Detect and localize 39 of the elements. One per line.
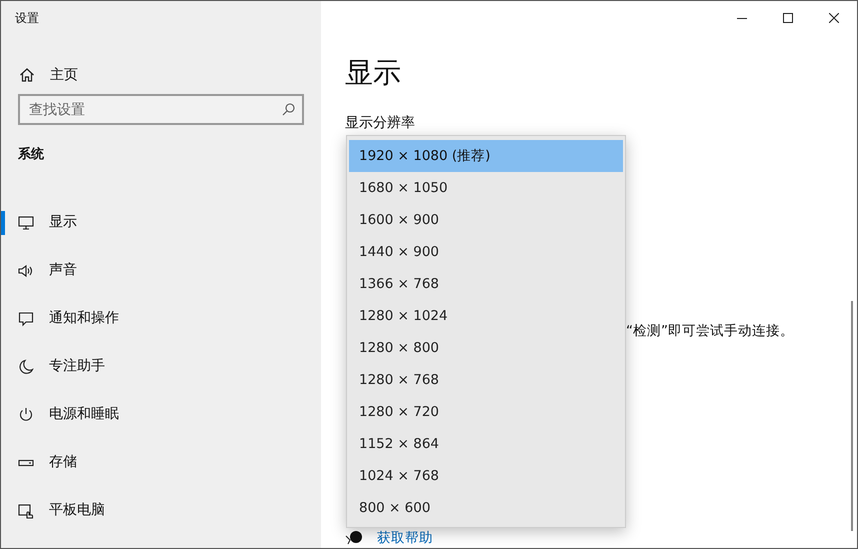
tablet-icon bbox=[18, 502, 34, 518]
close-icon bbox=[829, 13, 839, 23]
resolution-option[interactable]: 1152 × 864 bbox=[349, 428, 623, 460]
search-field[interactable]: 查找设置 bbox=[18, 94, 304, 125]
sidebar-item[interactable]: 电源和睡眠 bbox=[18, 402, 119, 426]
monitor-icon bbox=[18, 214, 34, 230]
resolution-option[interactable]: 1920 × 1080 (推荐) bbox=[349, 140, 623, 172]
sidebar-item[interactable]: 通知和操作 bbox=[18, 306, 119, 330]
scrollbar[interactable] bbox=[851, 301, 853, 531]
speaker-icon bbox=[18, 262, 34, 278]
resolution-option[interactable]: 1440 × 900 bbox=[349, 236, 623, 268]
resolution-option[interactable]: 1280 × 720 bbox=[349, 396, 623, 428]
home-icon bbox=[19, 67, 35, 83]
sidebar-item[interactable]: 专注助手 bbox=[18, 354, 105, 378]
resolution-option[interactable]: 1280 × 1024 bbox=[349, 300, 623, 332]
resolution-option[interactable]: 1280 × 800 bbox=[349, 332, 623, 364]
maximize-icon bbox=[783, 13, 793, 23]
resolution-option[interactable]: 1366 × 768 bbox=[349, 268, 623, 300]
section-heading: 系统 bbox=[18, 146, 44, 164]
window-title: 设置 bbox=[15, 10, 39, 27]
sidebar-item[interactable]: 存储 bbox=[18, 450, 77, 474]
resolution-label: 显示分辨率 bbox=[345, 114, 415, 133]
moon-icon bbox=[18, 358, 34, 374]
resolution-option[interactable]: 1680 × 1050 bbox=[349, 172, 623, 204]
sidebar-item[interactable]: 平板电脑 bbox=[18, 498, 105, 522]
help-chat-icon bbox=[345, 530, 363, 546]
page-title: 显示 bbox=[345, 55, 401, 91]
sidebar-item[interactable]: 声音 bbox=[18, 258, 77, 282]
speech-bubble-icon bbox=[18, 310, 34, 326]
resolution-option[interactable]: 800 × 600 bbox=[349, 492, 623, 524]
resolution-option[interactable]: 1280 × 768 bbox=[349, 364, 623, 396]
help-link[interactable]: 获取帮助 bbox=[377, 528, 433, 548]
search-icon bbox=[282, 103, 295, 116]
description-text: “检测”即可尝试手动连接。 bbox=[626, 322, 794, 341]
power-icon bbox=[18, 406, 34, 422]
home-item[interactable]: 主页 bbox=[1, 63, 78, 87]
sidebar-item[interactable]: 显示 bbox=[18, 210, 77, 234]
resolution-option[interactable]: 1024 × 768 bbox=[349, 460, 623, 492]
resolution-option[interactable]: 1600 × 900 bbox=[349, 204, 623, 236]
